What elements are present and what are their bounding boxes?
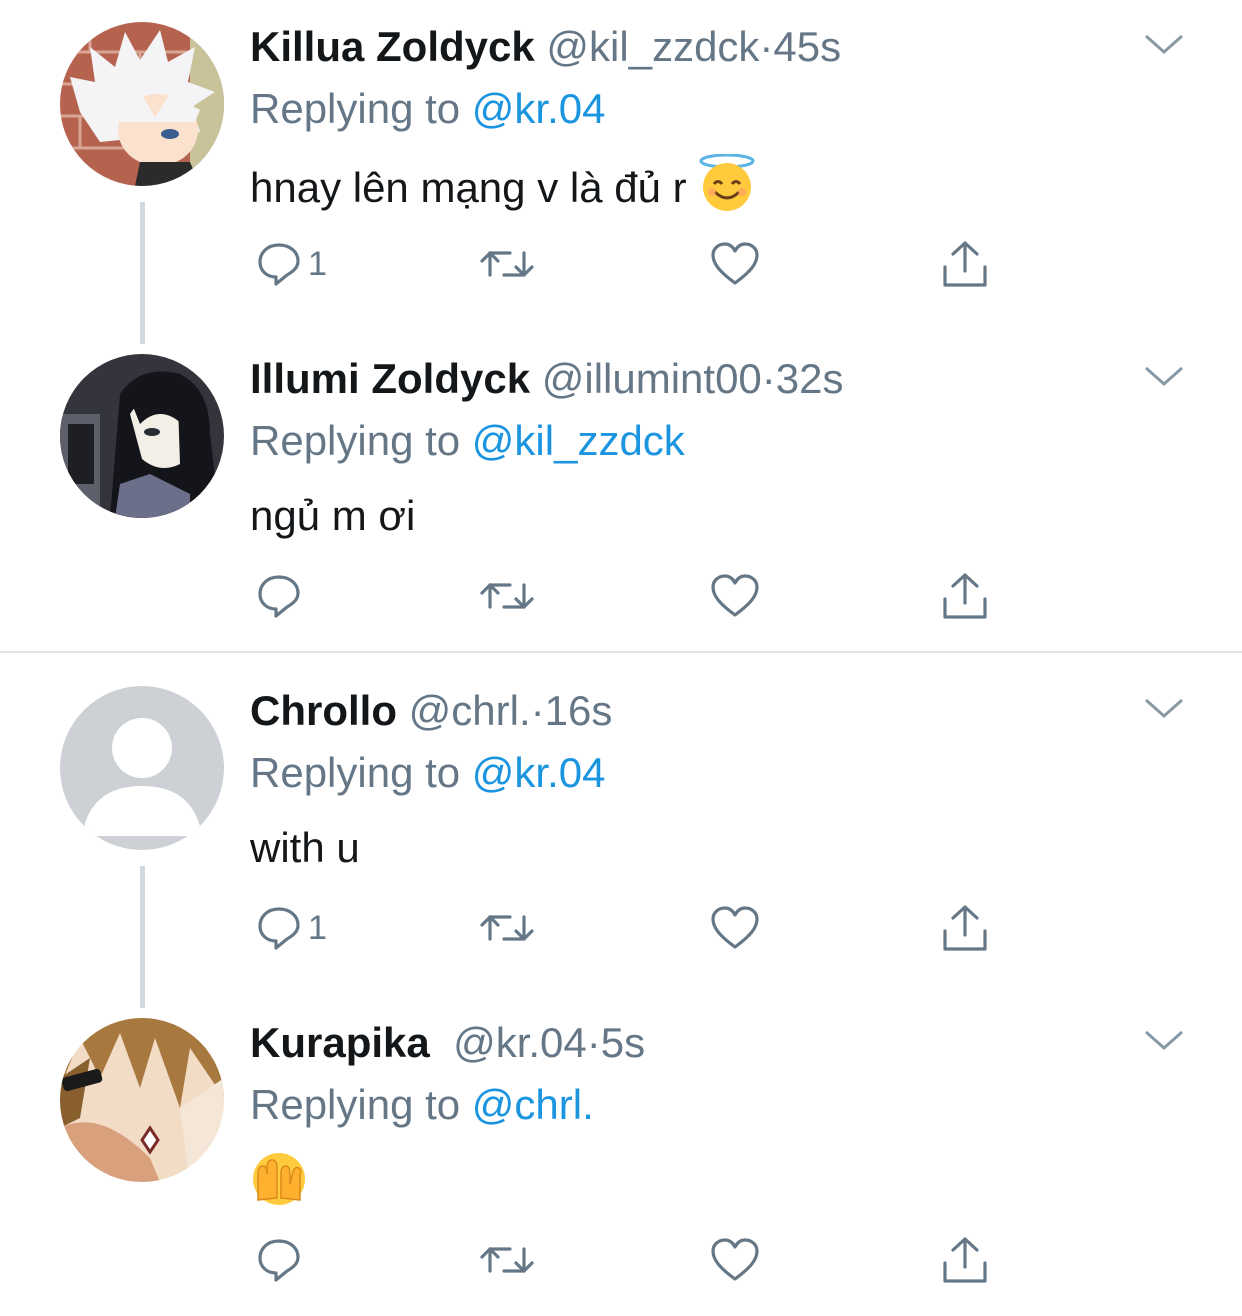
reply-button[interactable] xyxy=(256,1230,308,1290)
retweet-button[interactable] xyxy=(478,234,536,294)
reply-count: 1 xyxy=(308,244,327,283)
avatar[interactable] xyxy=(60,686,224,850)
tweet-header: Killua Zoldyck @kil_zzdck·45s xyxy=(250,22,841,72)
thread-line xyxy=(140,202,145,344)
display-name[interactable]: Killua Zoldyck xyxy=(250,23,535,70)
chevron-down-icon[interactable] xyxy=(1142,360,1186,390)
face-with-peeking-eye-emoji xyxy=(250,1150,308,1224)
tweet-text: hnay lên mạng v là đủ r xyxy=(250,153,756,214)
mention-link[interactable]: @kr.04 xyxy=(472,749,606,796)
smiling-face-with-halo-emoji xyxy=(698,153,756,228)
timestamp[interactable]: 45s xyxy=(773,23,841,70)
tweet-text-content: with u xyxy=(250,824,360,871)
mention-link[interactable]: @kil_zzdck xyxy=(472,417,685,464)
replying-to: Replying to @kil_zzdck xyxy=(250,416,685,466)
display-name[interactable]: Illumi Zoldyck xyxy=(250,355,530,402)
tweet-text xyxy=(250,1150,308,1210)
replying-label: Replying to xyxy=(250,749,461,796)
share-button[interactable] xyxy=(940,234,990,294)
replying-to: Replying to @chrl. xyxy=(250,1080,594,1130)
user-handle[interactable]: @chrl. xyxy=(409,687,531,734)
like-icon xyxy=(711,906,759,949)
reply-icon xyxy=(258,1239,300,1282)
separator-dot: · xyxy=(530,687,545,734)
chevron-down-icon[interactable] xyxy=(1142,692,1186,722)
tweet-text-content: ngủ m ơi xyxy=(250,492,416,539)
tweet-actions: 1 xyxy=(250,234,1010,294)
share-icon xyxy=(943,573,987,619)
tweet-actions xyxy=(250,1230,1010,1290)
reply-count: 1 xyxy=(308,908,327,947)
retweet-icon xyxy=(480,915,534,941)
reply-icon xyxy=(258,907,300,950)
reply-button[interactable] xyxy=(256,566,308,626)
tweet-text-content: hnay lên mạng v là đủ r xyxy=(250,164,687,212)
retweet-button[interactable] xyxy=(478,898,536,958)
replying-to: Replying to @kr.04 xyxy=(250,748,606,798)
separator-dot: · xyxy=(586,1019,601,1066)
retweet-icon xyxy=(480,583,534,609)
tweet-actions xyxy=(250,566,1010,626)
avatar[interactable] xyxy=(60,22,224,186)
mention-link[interactable]: @chrl. xyxy=(472,1081,594,1128)
like-icon xyxy=(711,574,759,617)
tweet-header: Kurapika @kr.04·5s xyxy=(250,1018,645,1068)
chevron-down-icon[interactable] xyxy=(1142,1024,1186,1054)
retweet-button[interactable] xyxy=(478,566,536,626)
tweet-header: Illumi Zoldyck @illumint00·32s xyxy=(250,354,844,404)
reply-icon xyxy=(258,575,300,618)
like-icon xyxy=(711,242,759,285)
like-button[interactable] xyxy=(710,566,760,626)
user-handle[interactable]: @illumint00 xyxy=(542,355,762,402)
retweet-icon xyxy=(480,251,534,277)
share-button[interactable] xyxy=(940,898,990,958)
replying-label: Replying to xyxy=(250,1081,461,1128)
share-icon xyxy=(943,1237,987,1283)
separator-dot: · xyxy=(759,23,774,70)
reply-button[interactable]: 1 xyxy=(256,898,327,958)
share-icon xyxy=(943,241,987,287)
conversation-divider xyxy=(0,651,1242,653)
share-icon xyxy=(943,905,987,951)
retweet-button[interactable] xyxy=(478,1230,536,1290)
mention-link[interactable]: @kr.04 xyxy=(472,85,606,132)
like-button[interactable] xyxy=(710,234,760,294)
replying-label: Replying to xyxy=(250,85,461,132)
tweet-actions: 1 xyxy=(250,898,1010,958)
display-name[interactable]: Chrollo xyxy=(250,687,397,734)
like-button[interactable] xyxy=(710,898,760,958)
tweet-text: with u xyxy=(250,818,360,878)
replying-to: Replying to @kr.04 xyxy=(250,84,606,134)
timestamp[interactable]: 16s xyxy=(545,687,613,734)
share-button[interactable] xyxy=(940,566,990,626)
reply-button[interactable]: 1 xyxy=(256,234,327,294)
avatar[interactable] xyxy=(60,354,224,518)
like-icon xyxy=(711,1238,759,1281)
chevron-down-icon[interactable] xyxy=(1142,28,1186,58)
timestamp[interactable]: 5s xyxy=(601,1019,645,1066)
user-handle[interactable]: @kil_zzdck xyxy=(546,23,759,70)
default-avatar-icon xyxy=(60,686,224,850)
avatar[interactable] xyxy=(60,1018,224,1182)
share-button[interactable] xyxy=(940,1230,990,1290)
display-name[interactable]: Kurapika xyxy=(250,1019,430,1066)
tweet-header: Chrollo @chrl.·16s xyxy=(250,686,612,736)
reply-icon xyxy=(258,243,300,286)
retweet-icon xyxy=(480,1247,534,1273)
user-handle[interactable]: @kr.04 xyxy=(453,1019,587,1066)
timestamp[interactable]: 32s xyxy=(776,355,844,402)
thread-line xyxy=(140,866,145,1008)
tweet-text: ngủ m ơi xyxy=(250,486,415,546)
separator-dot: · xyxy=(761,355,776,402)
like-button[interactable] xyxy=(710,1230,760,1290)
replying-label: Replying to xyxy=(250,417,461,464)
